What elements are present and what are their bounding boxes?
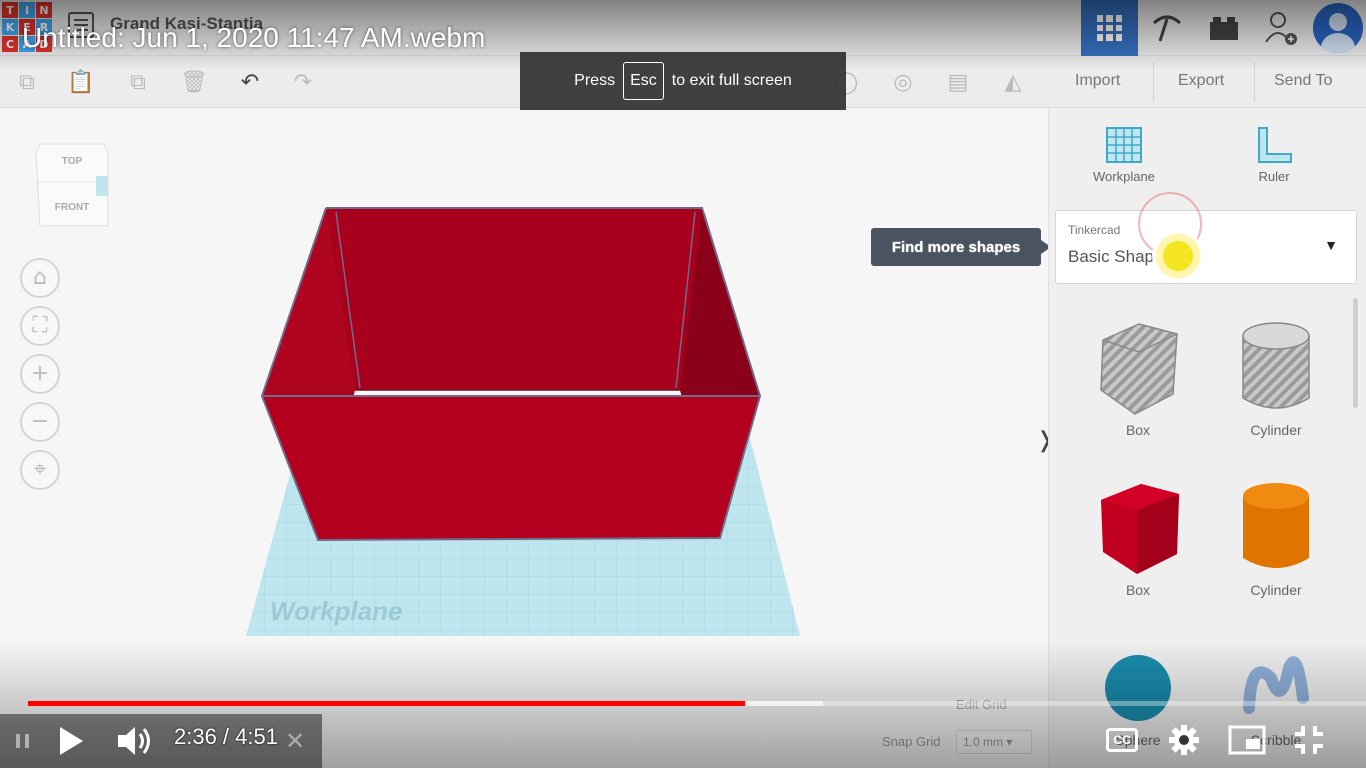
shape-group-icon[interactable]: ◎: [890, 70, 916, 96]
exit-fullscreen-icon: [1295, 726, 1323, 754]
progress-played: [28, 701, 746, 706]
brick-icon: [1209, 17, 1238, 40]
toolbar-divider: [1153, 62, 1154, 102]
import-button[interactable]: Import: [1075, 72, 1120, 90]
undo-icon[interactable]: ↶: [237, 70, 263, 96]
workplane-viewport[interactable]: TOP FRONT ⌂ ⛶ + − ⌖ Workplane: [0, 108, 1048, 768]
captions-icon: CC: [1106, 728, 1138, 752]
copy-icon[interactable]: ⧉: [14, 70, 40, 96]
volume-button[interactable]: [112, 718, 158, 764]
play-button[interactable]: [48, 718, 92, 764]
shape-library-dropdown[interactable]: Tinkercad Basic Shap ▼: [1055, 210, 1357, 284]
video-title: Untitled: Jun 1, 2020 11:47 AM.webm: [22, 22, 486, 53]
fullscreen-notice-after: to exit full screen: [671, 72, 792, 89]
close-icon: ✕: [284, 727, 306, 755]
video-progress-bar[interactable]: [28, 701, 1366, 706]
shape-label: Cylinder: [1250, 582, 1302, 598]
shape-library-category: Tinkercad: [1068, 223, 1121, 237]
cylinder-solid-icon: [1243, 483, 1309, 568]
ruler-tool-label: Ruler: [1258, 169, 1290, 184]
shape-library-selected: Basic Shap: [1068, 247, 1154, 266]
box-solid-icon: [1101, 484, 1179, 574]
pickaxe-icon: [1152, 15, 1181, 42]
bricks-view-button[interactable]: [1195, 0, 1252, 56]
shapes-panel: Workplane Ruler Tinkercad Basic Shap ▼ B…: [1048, 108, 1366, 768]
shape-label: Box: [1125, 582, 1151, 598]
align-icon[interactable]: ▤: [945, 70, 971, 96]
gear-icon: [1169, 725, 1199, 755]
user-avatar-button[interactable]: [1309, 0, 1366, 56]
workplane-icon: [1105, 127, 1142, 163]
workplane-tool[interactable]: Workplane: [1093, 124, 1155, 184]
shape-label: Cylinder: [1250, 422, 1302, 438]
esc-key-badge: Esc: [623, 62, 664, 100]
duplicate-icon[interactable]: ⧉: [125, 70, 151, 96]
logo-letter: N: [36, 2, 52, 18]
avatar: [1312, 3, 1363, 53]
shape-cylinder-solid[interactable]: Cylinder: [1221, 478, 1331, 598]
panel-scrollbar[interactable]: [1353, 298, 1358, 408]
miniplayer-button[interactable]: [1226, 720, 1268, 760]
workplane-tool-label: Workplane: [1093, 169, 1155, 184]
3d-design-view-button[interactable]: [1081, 0, 1138, 56]
add-user-button[interactable]: [1252, 0, 1309, 56]
logo-letter: T: [2, 2, 18, 18]
ruler-icon: [1258, 127, 1292, 163]
fullscreen-notice: Press Esc to exit full screen: [520, 52, 846, 110]
settings-button[interactable]: [1164, 720, 1204, 760]
blocks-view-button[interactable]: [1138, 0, 1195, 56]
find-more-shapes-tooltip: Find more shapes: [871, 228, 1051, 266]
shape-cylinder-hole[interactable]: Cylinder: [1221, 318, 1331, 438]
miniplayer-icon: [1228, 725, 1266, 755]
video-time: 2:36 / 4:51: [174, 724, 278, 749]
logo-letter: I: [19, 2, 35, 18]
redo-icon[interactable]: ↷: [290, 70, 316, 96]
logo-letter: C: [2, 36, 18, 52]
view-switcher: [1081, 0, 1366, 56]
ruler-tool[interactable]: Ruler: [1253, 124, 1295, 184]
send-to-button[interactable]: Send To: [1274, 72, 1332, 90]
pause-icon: [10, 726, 36, 756]
shape-box-solid[interactable]: Box: [1083, 478, 1193, 598]
play-icon: [60, 727, 83, 755]
shape-label: Box: [1125, 422, 1151, 438]
toolbar-divider: [1254, 62, 1255, 102]
paste-icon[interactable]: 📋: [67, 70, 94, 96]
export-button[interactable]: Export: [1178, 72, 1224, 90]
grid-icon: [1096, 15, 1123, 41]
workplane-label: Workplane: [270, 596, 402, 626]
delete-icon[interactable]: 🗑: [180, 70, 208, 96]
box-hole-icon: [1100, 323, 1178, 415]
cylinder-hole-icon: [1242, 322, 1310, 409]
exit-fullscreen-button[interactable]: [1288, 720, 1330, 760]
3d-scene: Workplane: [246, 207, 800, 636]
mirror-icon[interactable]: ◭: [1000, 70, 1026, 96]
add-user-icon: [1264, 12, 1297, 45]
red-box-shape[interactable]: [260, 207, 762, 542]
shape-box-hole[interactable]: Box: [1083, 318, 1193, 438]
volume-icon: [118, 727, 150, 755]
captions-button[interactable]: CC: [1102, 722, 1142, 758]
cursor-highlight: [1152, 230, 1204, 282]
dropdown-arrow-icon: ▼: [1324, 237, 1338, 253]
fullscreen-notice-before: Press: [574, 72, 616, 89]
logo-letter: K: [2, 19, 18, 35]
